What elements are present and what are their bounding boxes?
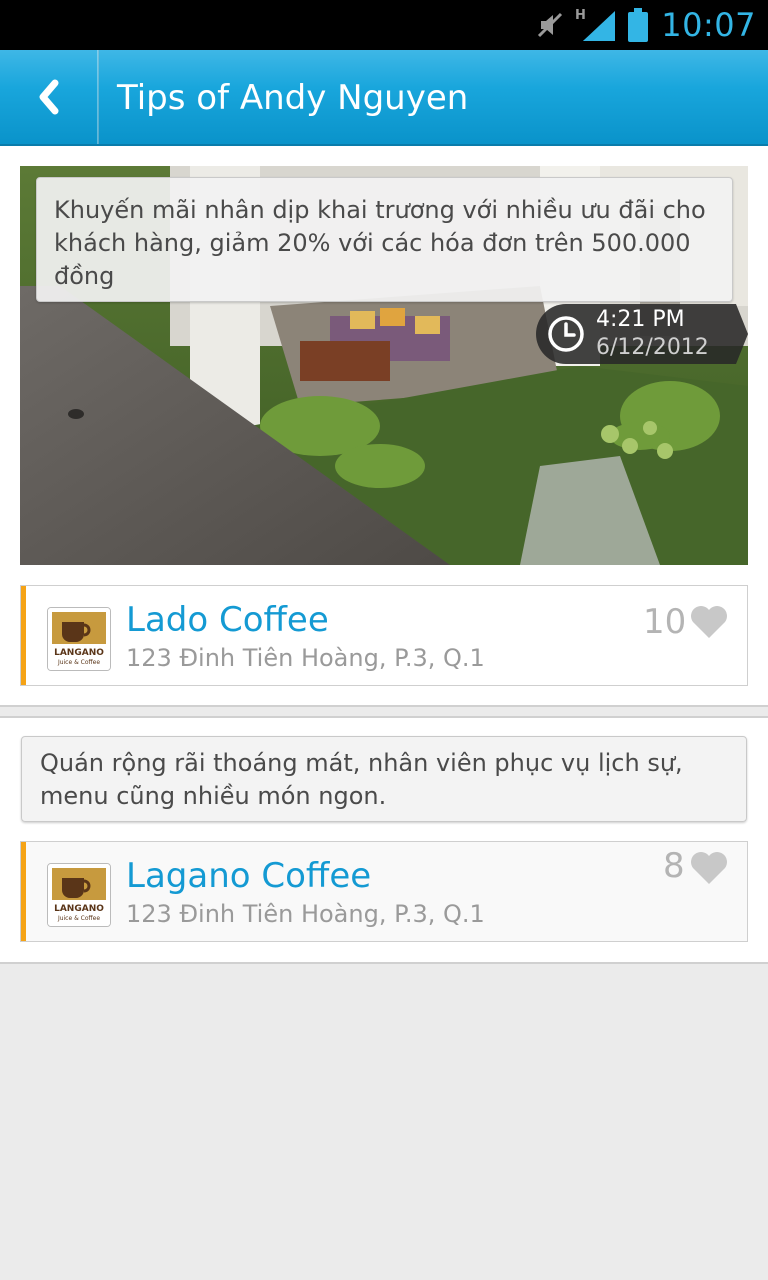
time-badge: 4:21 PM 6/12/2012	[536, 304, 748, 364]
tip-time: 4:21 PM	[596, 307, 685, 332]
venue-name[interactable]: Lado Coffee	[126, 600, 329, 640]
page-title: Tips of Andy Nguyen	[117, 78, 469, 118]
venue-card[interactable]: LANGANO Juice & Coffee Lagano Coffee 123…	[20, 841, 748, 942]
svg-text:Juice & Coffee: Juice & Coffee	[57, 659, 100, 666]
svg-text:LANGANO: LANGANO	[54, 904, 104, 914]
venue-accent-bar	[21, 586, 26, 685]
battery-icon	[628, 8, 649, 42]
hspa-icon: H	[575, 8, 586, 23]
venue-accent-bar	[21, 842, 26, 941]
action-bar: Tips of Andy Nguyen	[0, 50, 768, 146]
like-count: 8	[663, 846, 685, 886]
tip-date: 6/12/2012	[596, 335, 709, 360]
svg-text:Juice & Coffee: Juice & Coffee	[57, 915, 100, 922]
back-button[interactable]	[0, 50, 97, 144]
mute-icon	[538, 12, 563, 38]
signal-icon: H	[575, 8, 616, 41]
venue-card[interactable]: LANGANO Juice & Coffee Lado Coffee 123 Đ…	[20, 585, 748, 686]
tip-text: Khuyến mãi nhân dịp khai trương với nhiề…	[36, 177, 733, 302]
venue-address: 123 Đinh Tiên Hoàng, P.3, Q.1	[126, 644, 485, 672]
status-time: 10:07	[661, 6, 756, 44]
venue-address: 123 Đinh Tiên Hoàng, P.3, Q.1	[126, 900, 485, 928]
chevron-left-icon	[39, 79, 58, 115]
svg-text:LANGANO: LANGANO	[54, 648, 104, 658]
venue-logo: LANGANO Juice & Coffee	[47, 863, 111, 927]
heart-icon[interactable]	[689, 850, 729, 886]
status-icons: H 10:07	[535, 0, 768, 50]
heart-icon[interactable]	[689, 604, 729, 640]
venue-logo: LANGANO Juice & Coffee	[47, 607, 111, 671]
action-bar-divider	[97, 50, 99, 144]
venue-name[interactable]: Lagano Coffee	[126, 856, 371, 896]
clock-icon	[548, 316, 584, 352]
tip-text: Quán rộng rãi thoáng mát, nhân viên phục…	[21, 736, 747, 822]
status-bar: H 10:07	[0, 0, 768, 50]
like-count: 10	[643, 602, 687, 642]
